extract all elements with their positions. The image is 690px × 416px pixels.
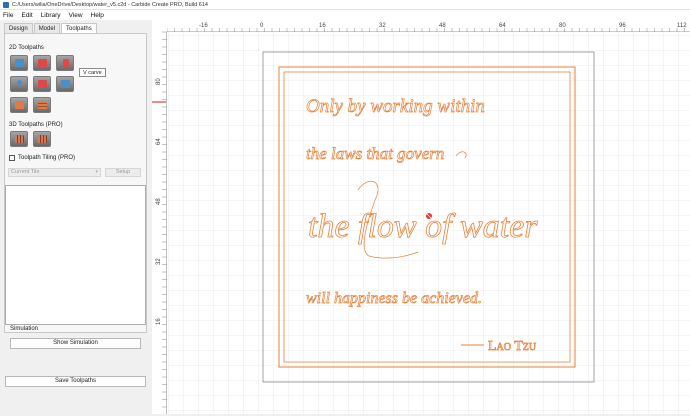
menu-library[interactable]: Library [41,12,61,19]
toolpath-tiling-label: Toolpath Tiling (PRO) [18,155,76,161]
rough-toolpath-icon [15,101,24,109]
section-3d-toolpaths: 3D Toolpaths (PRO) [9,122,63,128]
pocket-toolpath-button[interactable] [33,55,51,71]
quote-line-1[interactable]: Only by working within [306,96,486,118]
ruler-top-label: 80 [559,23,566,29]
chevron-down-icon: ▾ [95,169,98,175]
current-tile-select[interactable]: Current Tile ▾ [8,168,101,177]
texture-toolpath-button[interactable] [56,76,74,92]
menu-edit[interactable]: Edit [21,12,32,19]
show-simulation-button[interactable]: Show Simulation [10,338,141,349]
rough-toolpath-button[interactable] [10,97,28,113]
tab-bar: Design Model Toolpaths [4,23,98,33]
quote-line-3[interactable]: the flow of water [308,208,539,246]
texture-toolpath-icon [61,80,70,88]
ruler-left-label: 80 [156,78,162,85]
simulation-label: Simulation [10,326,39,332]
menu-bar: File Edit Library View Help [0,10,690,20]
menu-view[interactable]: View [69,12,83,19]
left-panel: Design Model Toolpaths 2D Toolpaths V ca… [0,20,150,414]
app-icon [3,1,9,8]
vcarve-toolpath-icon [63,59,69,67]
quote-line-2[interactable]: the laws that govern [306,144,445,164]
tab-model[interactable]: Model [33,23,61,33]
ruler-top-label: 48 [439,23,446,29]
ruler-top-label: 16 [319,23,326,29]
quote-line-4[interactable]: will happiness be achieved. [306,290,483,308]
ruler-left-label: 32 [156,258,162,265]
tab-toolpaths[interactable]: Toolpaths [61,23,97,33]
drill-toolpath-button[interactable] [10,76,28,92]
title-bar: C:/Users/wilia/OneDrive/Desktop/water_v5… [0,0,690,10]
3d-finish-toolpath-icon [38,135,47,143]
tiling-setup-button[interactable]: Setup [105,168,141,177]
ruler-left: 80 64 48 32 16 [152,20,167,414]
toolpath-list[interactable] [5,185,146,325]
canvas-svg: Only by working within the laws that gov… [153,32,690,414]
ruler-left-svg: 80 64 48 32 16 [152,20,167,414]
contour-toolpath-icon [15,59,24,67]
ruler-top-label: 112 [677,23,687,29]
ruler-left-label: 64 [156,138,162,145]
finish-toolpath-button[interactable] [33,97,51,113]
save-toolpaths-button[interactable]: Save Toolpaths [5,376,146,387]
window-title: C:/Users/wilia/OneDrive/Desktop/water_v5… [12,1,208,8]
design-canvas[interactable]: Only by working within the laws that gov… [152,20,690,414]
section-2d-toolpaths: 2D Toolpaths [9,45,44,51]
tab-design[interactable]: Design [4,23,33,33]
vcarve-tooltip: V carve [79,68,106,77]
drill-toolpath-icon [17,80,22,85]
3d-finish-toolpath-button[interactable] [33,131,51,147]
ruler-top-label: 96 [619,23,626,29]
current-tile-value: Current Tile [11,169,40,175]
advanced-vcarve-icon [38,80,47,88]
menu-help[interactable]: Help [91,12,104,19]
ruler-top-label: -16 [199,23,208,29]
toolpath-2d-grid [10,55,74,113]
ruler-top-label: 64 [499,23,506,29]
pocket-toolpath-icon [38,59,47,67]
ruler-left-label: 48 [156,198,162,205]
ruler-left-label: 16 [156,318,162,325]
quote-author[interactable]: Lao Tzu [488,339,538,355]
3d-rough-toolpath-button[interactable] [10,131,28,147]
vcarve-toolpath-button[interactable] [56,55,74,71]
ruler-top-svg: -16 0 16 32 48 64 80 96 112 [166,20,690,32]
advanced-vcarve-button[interactable] [33,76,51,92]
toolpath-3d-grid [10,131,74,147]
toolpath-tiling-row: Toolpath Tiling (PRO) [9,155,75,161]
3d-rough-toolpath-icon [15,135,24,143]
contour-toolpath-button[interactable] [10,55,28,71]
menu-file[interactable]: File [3,12,13,19]
toolpath-tiling-checkbox[interactable] [9,155,15,161]
finish-toolpath-icon [38,101,47,109]
ruler-top: -16 0 16 32 48 64 80 96 112 [152,20,690,32]
ruler-top-label: 32 [379,23,386,29]
